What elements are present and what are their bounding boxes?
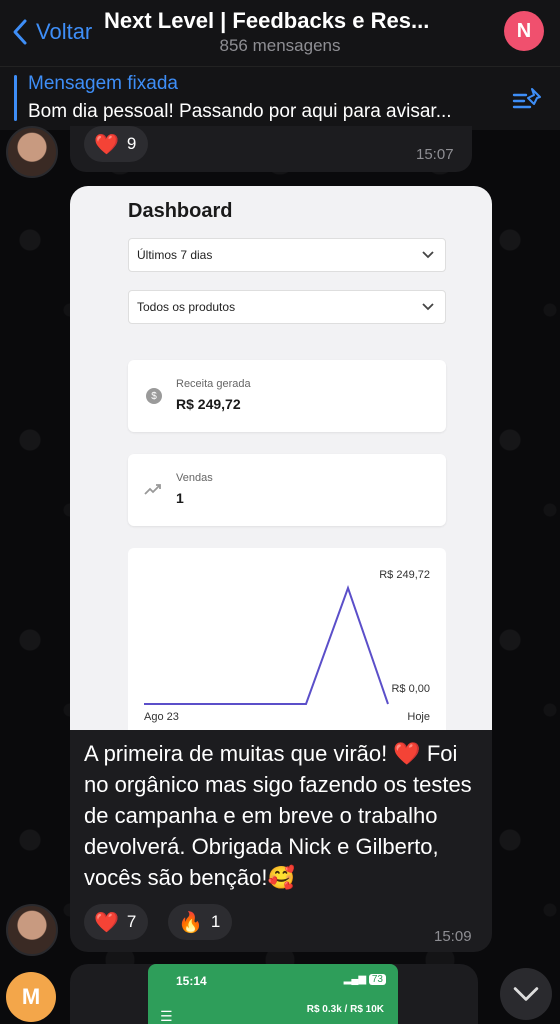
chevron-down-icon bbox=[513, 987, 539, 1001]
pinned-indicator bbox=[14, 75, 17, 121]
dollar-icon: $ bbox=[146, 388, 162, 404]
chart-svg: R$ 249,72 R$ 0,00 Ago 23 Hoje bbox=[143, 569, 430, 723]
pinned-label: Mensagem fixada bbox=[28, 73, 178, 94]
message-time: 15:09 bbox=[434, 928, 472, 945]
dashboard-screenshot[interactable]: Dashboard Últimos 7 dias Todos os produt… bbox=[70, 186, 492, 730]
phone-status-bar: ▂▄▆ 73 bbox=[344, 974, 386, 985]
revenue-card: $ Receita gerada R$ 249,72 bbox=[128, 360, 446, 432]
previous-message-bubble: ❤️ 9 15:07 bbox=[70, 126, 472, 172]
chart-x-end-label: Hoje bbox=[407, 711, 430, 723]
phone-revenue: R$ 0.3k / R$ 10K bbox=[306, 1004, 384, 1015]
reaction-count: 9 bbox=[126, 134, 137, 153]
member-count: 856 mensagens bbox=[219, 36, 341, 55]
sales-label: Vendas bbox=[176, 472, 213, 484]
chart-max-label: R$ 249,72 bbox=[379, 569, 430, 581]
period-select-value: Últimos 7 dias bbox=[137, 248, 213, 262]
chevron-down-icon bbox=[422, 303, 434, 311]
message-text: A primeira de muitas que virão! ❤️ Foi n… bbox=[84, 741, 472, 890]
revenue-value: R$ 249,72 bbox=[176, 396, 241, 412]
reaction-count: 1 bbox=[210, 912, 221, 931]
group-avatar-initial: N bbox=[516, 19, 532, 42]
group-avatar[interactable]: N bbox=[504, 11, 544, 51]
trending-up-icon bbox=[144, 484, 161, 495]
reaction-fire[interactable]: 🔥 1 bbox=[168, 904, 233, 940]
next-message-bubble[interactable]: 15:14 ▂▄▆ 73 ☰ R$ 0.3k / R$ 10K bbox=[70, 964, 478, 1024]
signal-icon: ▂▄▆ bbox=[343, 974, 369, 985]
reaction-count: 7 bbox=[126, 912, 137, 931]
battery-icon: 73 bbox=[368, 974, 386, 985]
message-bubble[interactable]: Dashboard Últimos 7 dias Todos os produt… bbox=[70, 186, 492, 952]
chart-min-label: R$ 0,00 bbox=[391, 683, 430, 695]
revenue-label: Receita gerada bbox=[176, 378, 251, 390]
sender-avatar[interactable] bbox=[6, 904, 58, 956]
message-time: 15:07 bbox=[416, 146, 454, 163]
sales-chart: R$ 249,72 R$ 0,00 Ago 23 Hoje bbox=[128, 548, 446, 730]
fire-icon: 🔥 bbox=[178, 911, 203, 934]
menu-icon: ☰ bbox=[160, 1008, 173, 1024]
products-select: Todos os produtos bbox=[128, 290, 446, 324]
pinned-text: Bom dia pessoal! Passando por aqui para … bbox=[28, 101, 452, 122]
pinned-message[interactable]: Mensagem fixada Bom dia pessoal! Passand… bbox=[0, 66, 560, 130]
chat-header: Voltar Next Level | Feedbacks e Res... 8… bbox=[0, 0, 560, 66]
chart-series-line bbox=[144, 584, 389, 705]
sales-card: Vendas 1 bbox=[128, 454, 446, 526]
products-select-value: Todos os produtos bbox=[137, 300, 236, 314]
sender-avatar[interactable] bbox=[6, 126, 58, 178]
heart-icon: ❤️ bbox=[94, 133, 119, 156]
chat-title[interactable]: Next Level | Feedbacks e Res... bbox=[104, 8, 464, 34]
sales-value: 1 bbox=[176, 490, 184, 506]
sender-avatar[interactable]: M bbox=[6, 972, 56, 1022]
dashboard-title: Dashboard bbox=[128, 200, 233, 222]
reaction-heart[interactable]: ❤️ 7 bbox=[84, 904, 149, 940]
scroll-down-button[interactable] bbox=[500, 968, 552, 1020]
phone-time: 15:14 bbox=[176, 974, 207, 988]
heart-icon: ❤️ bbox=[94, 911, 119, 934]
reaction-heart[interactable]: ❤️ 9 bbox=[84, 126, 149, 162]
period-select: Últimos 7 dias bbox=[128, 238, 446, 272]
sender-avatar-initial: M bbox=[21, 984, 41, 1009]
phone-screenshot[interactable]: 15:14 ▂▄▆ 73 ☰ R$ 0.3k / R$ 10K bbox=[148, 964, 398, 1024]
pinned-list-icon[interactable] bbox=[510, 85, 544, 113]
chart-x-start-label: Ago 23 bbox=[144, 711, 179, 723]
chevron-down-icon bbox=[422, 251, 434, 259]
